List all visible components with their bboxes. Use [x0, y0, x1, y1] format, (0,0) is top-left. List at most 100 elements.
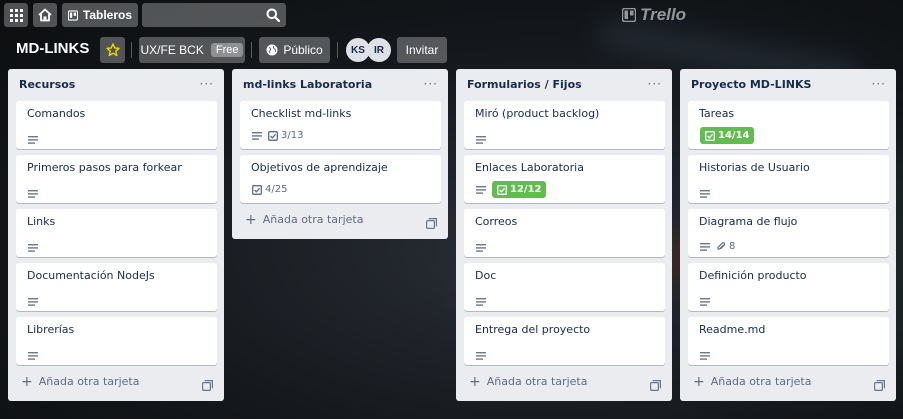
- apps-button[interactable]: [4, 3, 28, 27]
- board-title[interactable]: MD-LINKS: [16, 40, 89, 57]
- plan-badge: Free: [210, 43, 244, 57]
- team-button[interactable]: UX/FE BCK Free: [139, 37, 245, 63]
- card-title: Doc: [475, 269, 497, 282]
- checklist-icon: [497, 184, 507, 195]
- description-icon: [28, 244, 38, 252]
- add-card-label: Añada otra tarjeta: [710, 375, 812, 388]
- card-template-icon[interactable]: [202, 376, 213, 395]
- checklist-badge: 3/13: [268, 127, 303, 144]
- card[interactable]: Enlaces Laboratoria 12/12: [464, 155, 665, 203]
- list-title[interactable]: Formularios / Fijos: [467, 78, 582, 91]
- card-title: Checklist md-links: [251, 107, 352, 120]
- card[interactable]: Librerías: [16, 317, 217, 365]
- card-title: Miró (product backlog): [475, 107, 600, 120]
- card[interactable]: Definición producto: [688, 263, 889, 311]
- card-badges: [476, 352, 486, 360]
- boards-button[interactable]: Tableros: [62, 3, 138, 27]
- card-badges: [700, 352, 710, 360]
- card[interactable]: Correos: [464, 209, 665, 257]
- card-title: Objetivos de aprendizaje: [251, 161, 388, 174]
- card-badges: [28, 298, 38, 306]
- divider: [131, 42, 132, 58]
- list-menu-icon[interactable]: ···: [872, 77, 886, 91]
- top-navigation-bar: Tableros Trello: [0, 0, 903, 30]
- checklist-count: 12/12: [510, 184, 542, 195]
- list-header: Formularios / Fijos ···: [456, 69, 672, 101]
- card-title: Entrega del proyecto: [475, 323, 591, 336]
- add-card-button[interactable]: + Añada otra tarjeta: [245, 213, 364, 227]
- checklist-badge: 4/25: [252, 181, 287, 198]
- card[interactable]: Tareas 14/14: [688, 101, 889, 149]
- card-title: Enlaces Laboratoria: [475, 161, 584, 174]
- boards-label: Tableros: [82, 8, 132, 22]
- description-icon: [700, 352, 710, 360]
- list[interactable]: Formularios / Fijos ··· Miró (product back…: [456, 69, 672, 401]
- card[interactable]: Entrega del proyecto: [464, 317, 665, 365]
- add-card-button[interactable]: + Añada otra tarjeta: [693, 375, 812, 389]
- list-header: md-links Laboratoria ···: [232, 69, 448, 101]
- add-card-button[interactable]: + Añada otra tarjeta: [21, 375, 139, 389]
- list[interactable]: md-links Laboratoria ··· Checklist md-link…: [232, 69, 448, 239]
- checklist-count: 14/14: [718, 130, 750, 141]
- description-icon: [28, 190, 38, 198]
- card-title: Historias de Usuario: [699, 161, 810, 174]
- list-header: Proyecto MD-LINKS ···: [680, 69, 896, 101]
- board-header: MD-LINKS UX/FE BCK Free Público KS IR In…: [0, 36, 903, 64]
- card-badges: [28, 352, 38, 360]
- card-template-icon[interactable]: [874, 376, 885, 395]
- card-title: Correos: [475, 215, 518, 228]
- member-avatar[interactable]: IR: [367, 38, 391, 62]
- card-badges: [28, 136, 38, 144]
- card-badges: [476, 136, 486, 144]
- checklist-count: 3/13: [281, 130, 304, 141]
- card[interactable]: Checklist md-links 3/13: [240, 101, 441, 149]
- attachment-badge: 8: [716, 241, 735, 252]
- description-icon: [700, 242, 710, 251]
- card[interactable]: Readme.md: [688, 317, 889, 365]
- card[interactable]: Comandos: [16, 101, 217, 149]
- card[interactable]: Doc: [464, 263, 665, 311]
- card[interactable]: Historias de Usuario: [688, 155, 889, 203]
- card[interactable]: Objetivos de aprendizaje 4/25: [240, 155, 441, 203]
- card[interactable]: Links: [16, 209, 217, 257]
- globe-icon: [266, 44, 278, 56]
- visibility-button[interactable]: Público: [259, 37, 330, 63]
- invite-button[interactable]: Invitar: [397, 37, 447, 63]
- home-icon: [38, 8, 52, 22]
- card-badges: [28, 190, 38, 198]
- trello-logo[interactable]: Trello: [622, 5, 686, 25]
- card-template-icon[interactable]: [650, 376, 661, 395]
- star-button[interactable]: [100, 37, 125, 63]
- home-button[interactable]: [33, 3, 57, 27]
- add-card-label: Añada otra tarjeta: [262, 213, 364, 226]
- card-badges: [700, 298, 710, 306]
- card-badges: [476, 298, 486, 306]
- list-title[interactable]: Recursos: [19, 78, 75, 91]
- card[interactable]: Primeros pasos para forkear: [16, 155, 217, 203]
- card-template-icon[interactable]: [426, 214, 437, 233]
- list-menu-icon[interactable]: ···: [424, 77, 438, 91]
- card[interactable]: Miró (product backlog): [464, 101, 665, 149]
- card-title: Diagrama de flujo: [699, 215, 798, 228]
- attachment-icon: [717, 241, 726, 250]
- list-title[interactable]: Proyecto MD-LINKS: [691, 78, 811, 91]
- card-badges: [700, 190, 710, 198]
- card[interactable]: Diagrama de flujo 8: [688, 209, 889, 257]
- search-input[interactable]: [142, 3, 286, 27]
- checklist-icon: [252, 184, 262, 195]
- card-title: Definición producto: [699, 269, 807, 282]
- list[interactable]: Recursos ··· Comandos Primeros pasos para f…: [8, 69, 224, 401]
- card[interactable]: Documentación NodeJs: [16, 263, 217, 311]
- apps-grid-icon: [9, 8, 23, 22]
- logo-text: Trello: [640, 5, 686, 24]
- list-menu-icon[interactable]: ···: [648, 77, 662, 91]
- list-header: Recursos ···: [8, 69, 224, 101]
- list-title[interactable]: md-links Laboratoria: [243, 78, 372, 91]
- card-title: Comandos: [27, 107, 86, 120]
- add-card-button[interactable]: + Añada otra tarjeta: [469, 375, 587, 389]
- checklist-badge: 14/14: [700, 127, 755, 144]
- description-icon: [28, 352, 38, 360]
- divider: [251, 42, 252, 58]
- list-menu-icon[interactable]: ···: [200, 77, 214, 91]
- list[interactable]: Proyecto MD-LINKS ··· Tareas 14/14 Historias…: [680, 69, 896, 401]
